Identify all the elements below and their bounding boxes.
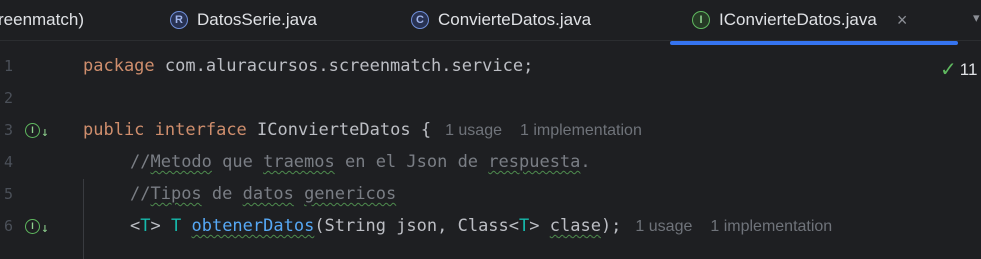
interface-name: IConvierteDatos (257, 120, 411, 140)
comment-word: Tipos (150, 184, 202, 204)
code-text: package com.aluracursos.screenmatch.serv… (83, 56, 533, 76)
implemented-gutter-icon[interactable]: I ↓ (25, 121, 49, 140)
type-param: T (519, 216, 530, 236)
tab-label: reenmatch) (0, 10, 84, 29)
code-line-4: 4 //Metodo que traemos en el Json de res… (0, 146, 981, 178)
editor-tab-bar: reenmatch) R DatosSerie.java C Convierte… (0, 0, 981, 41)
code-text: <T> T obtenerDatos(String json, Class<T>… (130, 216, 832, 236)
keyword-interface: interface (154, 120, 247, 140)
comment-word: de (201, 184, 243, 204)
line-number: 6 (4, 217, 14, 235)
method-args: (String json, Class< (314, 216, 520, 236)
line-number: 2 (4, 89, 14, 107)
code-line-1: 1 package com.aluracursos.screenmatch.se… (0, 50, 981, 82)
tab-iconviertedatos[interactable]: I IConvierteDatos.java × (692, 0, 907, 40)
implementation-hint[interactable]: 1 implementation (710, 218, 832, 235)
interface-gutter-icon: I (25, 122, 40, 138)
comment-word (294, 184, 304, 204)
code-editor[interactable]: ✓ 11 1 package com.aluracursos.screenmat… (0, 47, 981, 259)
package-name: com.aluracursos.screenmatch.service; (154, 56, 534, 76)
comment-word: traemos (263, 152, 335, 172)
return-type: T (170, 216, 182, 236)
line-number: 1 (4, 57, 14, 75)
tab-label: DatosSerie.java (197, 10, 318, 29)
implemented-gutter-icon[interactable]: I ↓ (25, 217, 49, 236)
class-icon: C (411, 11, 429, 29)
generic-close: > (150, 216, 171, 236)
tab-label: ConvierteDatos.java (438, 10, 592, 29)
tab-screenmatch-project[interactable]: reenmatch) (0, 0, 84, 40)
line-number: 3 (4, 121, 14, 139)
comment-text: //Tipos de datos genericos (130, 184, 396, 204)
comment-word: Metodo (150, 152, 212, 172)
line-number: 5 (4, 185, 14, 203)
comment-word: en el Json de (334, 152, 489, 172)
generic-open: < (130, 216, 141, 236)
usage-hint[interactable]: 1 usage (635, 218, 692, 235)
statement-end: ); (600, 216, 622, 236)
implementation-hint[interactable]: 1 implementation (520, 122, 642, 139)
close-tab-icon[interactable]: × (897, 10, 908, 31)
down-arrow-icon: ↓ (41, 124, 49, 140)
code-text: public interface IConvierteDatos {1 usag… (83, 120, 642, 140)
type-param: T (140, 216, 151, 236)
param-name: clase (549, 216, 601, 236)
method-name: obtenerDatos (191, 216, 315, 236)
interface-icon: I (692, 11, 710, 29)
open-brace: { (410, 120, 432, 140)
usage-hint[interactable]: 1 usage (445, 122, 502, 139)
tab-conviertedatos[interactable]: C ConvierteDatos.java (411, 0, 591, 40)
tab-datosserie[interactable]: R DatosSerie.java (170, 0, 317, 40)
comment-word: genericos (304, 184, 397, 204)
comment-word: que (211, 152, 264, 172)
code-line-3: 3 I ↓ public interface IConvierteDatos {1… (0, 114, 981, 146)
comment-slashes: // (130, 184, 151, 204)
comment-text: //Metodo que traemos en el Json de respu… (130, 152, 591, 172)
comment-slashes: // (130, 152, 151, 172)
method-args: > (529, 216, 550, 236)
comment-word: datos (242, 184, 294, 204)
tab-label: IConvierteDatos.java (719, 10, 877, 29)
keyword-public: public (83, 120, 145, 140)
active-tab-indicator (670, 41, 958, 45)
interface-gutter-icon: I (25, 218, 40, 234)
line-number: 4 (4, 153, 14, 171)
record-icon: R (170, 11, 188, 29)
code-line-2: 2 (0, 82, 981, 114)
tab-overflow-icon[interactable]: ▾ (973, 10, 980, 26)
code-line-6: 6 I ↓ <T> T obtenerDatos(String json, Cla… (0, 210, 981, 242)
keyword-package: package (83, 56, 155, 76)
code-line-5: 5 //Tipos de datos genericos (0, 178, 981, 210)
down-arrow-icon: ↓ (41, 220, 49, 236)
comment-word: respuesta (488, 152, 581, 172)
comment-word: . (580, 152, 591, 172)
